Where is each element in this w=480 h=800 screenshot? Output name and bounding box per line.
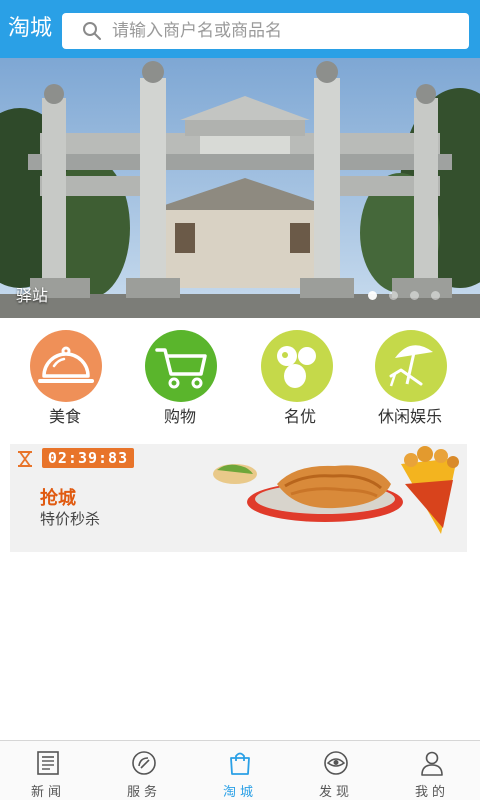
banner-carousel[interactable]: 驿站 [0,58,480,318]
category-label: 购物 [163,407,196,426]
category-leisure[interactable]: 休闲娱乐 [360,318,480,436]
category-label: 休闲娱乐 [377,407,442,426]
category-label: 名优 [283,407,316,426]
eye-icon [324,751,348,775]
tab-label: 发现 [318,785,353,800]
carousel-dot[interactable] [410,291,419,300]
app-title: 淘城 [8,16,53,41]
specialty-product-icon [261,330,333,402]
carousel-dot[interactable] [389,291,398,300]
banner-image [0,58,480,318]
food-cloche-icon [30,330,102,402]
banner-caption: 驿站 [16,286,49,305]
shopping-bag-icon [230,752,250,775]
shopping-cart-icon [145,330,217,402]
tab-service[interactable]: 服务 [96,741,192,800]
search-input[interactable]: 请输入商户名或商品名 [62,13,469,49]
category-food[interactable]: 美食 [0,318,120,436]
search-placeholder: 请输入商户名或商品名 [112,21,282,41]
flash-sale-card[interactable]: 02:39:83 抢城 特价秒杀 [10,444,467,552]
tab-label: 我的 [414,785,449,800]
category-specialty[interactable]: 名优 [240,318,360,436]
category-shopping[interactable]: 购物 [120,318,240,436]
tab-label: 服务 [126,785,161,800]
user-icon [421,751,443,776]
category-grid: 美食 购物 名优 休闲娱乐 [0,318,480,436]
app-root: 淘城 请输入商户名或商品名 驿站 美食 购物 名优 休闲娱乐 02:39:83 … [0,0,480,800]
fried-chicken-image [213,446,459,534]
top-bar: 淘城 请输入商户名或商品名 [0,0,480,58]
carousel-dot[interactable] [431,291,440,300]
countdown-timer: 02:39:83 [42,448,134,468]
beach-umbrella-icon [375,330,447,402]
carousel-indicator [368,291,440,300]
tab-mine[interactable]: 我的 [384,741,480,800]
tab-shop[interactable]: 淘城 [192,741,288,800]
tab-news[interactable]: 新闻 [0,741,96,800]
search-icon [83,22,101,40]
hourglass-icon [18,451,32,467]
service-icon [132,751,156,775]
tab-label: 新闻 [30,785,65,800]
category-label: 美食 [48,407,81,426]
tab-label: 淘城 [222,785,257,800]
tab-discover[interactable]: 发现 [288,741,384,800]
flash-sale-subtitle: 特价秒杀 [40,510,101,528]
carousel-dot[interactable] [368,291,377,300]
newspaper-icon [37,751,59,775]
bottom-tab-bar: 新闻 服务 淘城 发现 我的 [0,740,480,800]
flash-sale-title: 抢城 [40,488,76,509]
